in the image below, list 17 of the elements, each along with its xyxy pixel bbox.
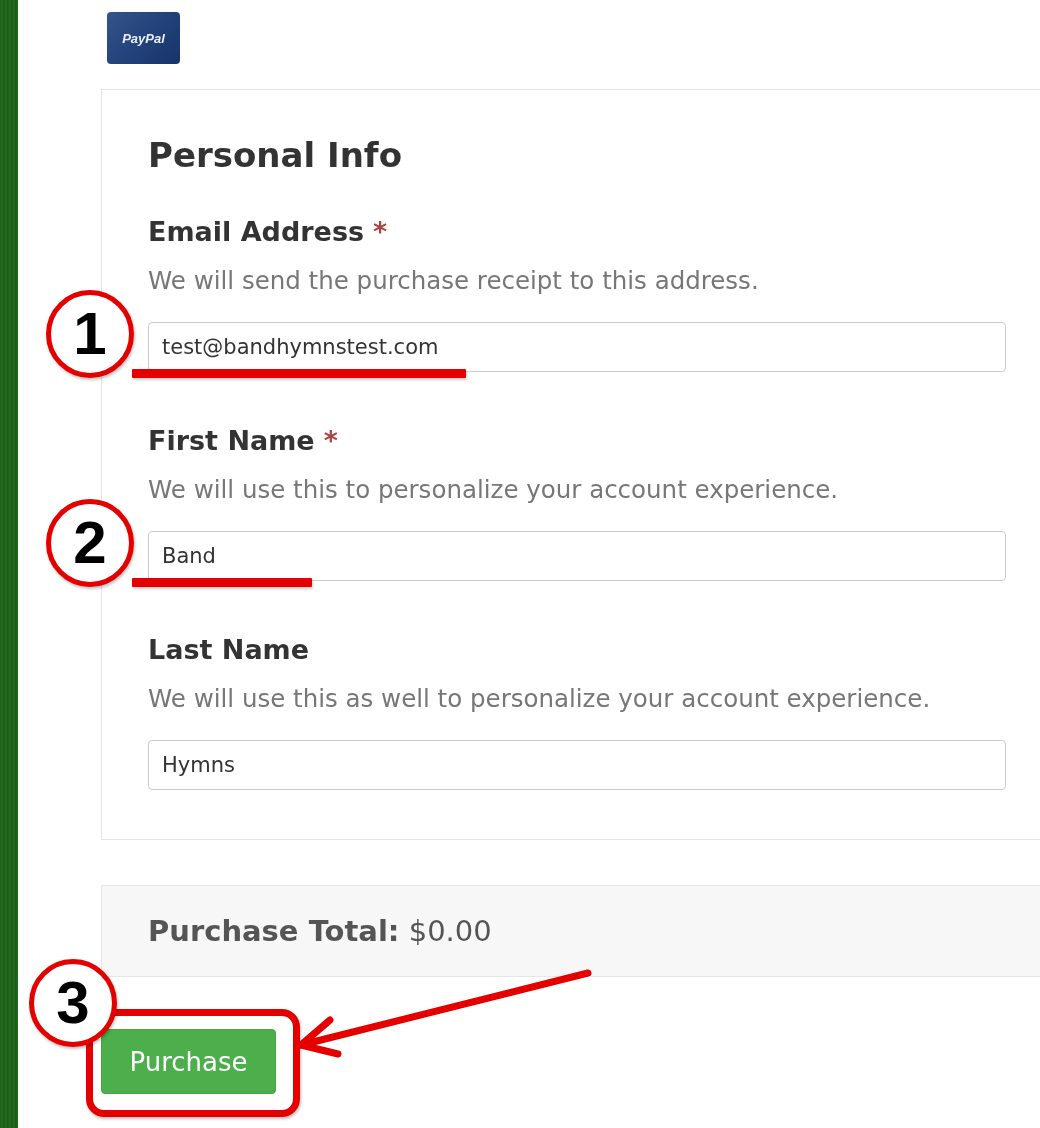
step-number-marker: 2: [46, 499, 134, 587]
text-input[interactable]: test@bandhymnstest.com: [148, 322, 1006, 372]
step-number-marker: 1: [46, 290, 134, 378]
required-mark: *: [323, 425, 338, 457]
field-help-text: We will send the purchase receipt to this address.: [148, 267, 760, 295]
field-label: Last Name: [148, 634, 310, 666]
field-help-text: We will use this to personalize your account experience.: [148, 476, 840, 504]
text-input[interactable]: Band: [148, 531, 1006, 581]
field-label: Email Address: [148, 216, 365, 248]
field-help-text: We will use this as well to personalize your account experience.: [148, 685, 932, 713]
payment-badge: PayPal: [107, 12, 180, 64]
required-mark: *: [373, 216, 388, 248]
step-number-marker: 3: [29, 959, 117, 1047]
field-label: First Name: [148, 425, 315, 457]
text-input[interactable]: Hymns: [148, 740, 1006, 790]
purchase-total-text: Purchase Total: $0.00: [148, 914, 492, 948]
section-title: Personal Info: [148, 135, 403, 175]
